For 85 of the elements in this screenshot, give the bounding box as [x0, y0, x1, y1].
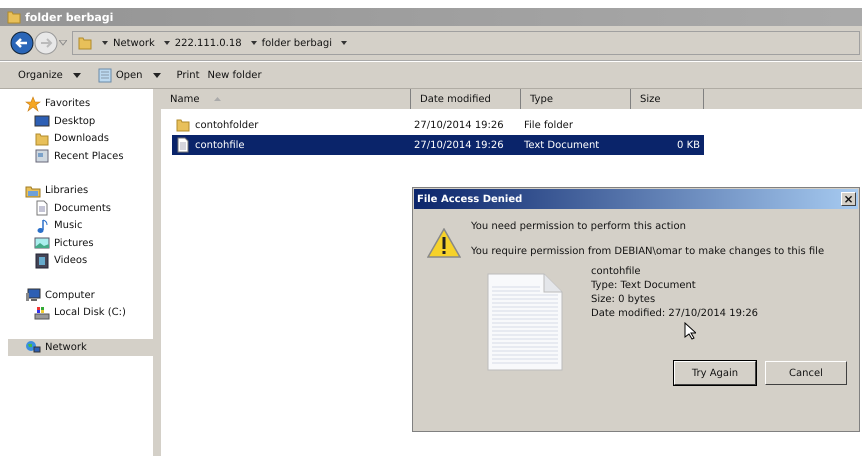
sidebar-item[interactable]: Computer [8, 286, 153, 304]
toolbar-button[interactable]: Organize [14, 64, 67, 86]
file-type: File folder [524, 120, 573, 130]
desktop-icon [34, 113, 50, 130]
dialog-button[interactable]: Try Again [674, 361, 756, 385]
text-file-icon [487, 273, 563, 371]
file-row[interactable]: contohfile 27/10/2014 19:26 Text Document 0 KB [172, 135, 704, 155]
back-button[interactable] [10, 31, 34, 55]
sidebar-item[interactable]: Desktop [8, 112, 153, 130]
sidebar-item[interactable]: Music [8, 217, 153, 234]
sidebar-item[interactable]: Network [8, 338, 153, 356]
column-header[interactable]: Date modified [411, 89, 521, 109]
file-detail: Date modified: 27/10/2014 19:26 [591, 307, 758, 320]
item-label: Videos [54, 255, 88, 266]
sidebar-item[interactable]: Favorites [8, 95, 153, 112]
sidebar-item[interactable]: Pictures [8, 234, 153, 252]
document-icon [34, 200, 50, 216]
mouse-pointer-icon [684, 322, 696, 340]
address-bar[interactable]: Network 222.111.0.18 folder berbagi [72, 31, 860, 55]
date-modified: 27/10/2014 19:26 [414, 120, 504, 130]
film-icon [34, 252, 50, 269]
item-label: Favorites [45, 98, 90, 110]
breadcrumb[interactable]: folder berbagi [262, 38, 332, 48]
sidebar-item[interactable]: Documents [8, 200, 153, 217]
caret-icon[interactable] [164, 41, 170, 45]
file-name: contohfile [195, 140, 245, 150]
item-label: Downloads [54, 133, 109, 144]
file-type: Text Document [524, 140, 600, 150]
sidebar-item[interactable]: Libraries [8, 182, 153, 200]
item-label: Local Disk (C:) [54, 307, 126, 318]
caret-icon[interactable] [72, 72, 81, 78]
dialog-button[interactable]: Cancel [765, 361, 847, 385]
caret-icon[interactable] [340, 41, 347, 45]
item-label: Network [45, 342, 87, 353]
recent-places-icon [34, 148, 50, 164]
caret-icon[interactable] [152, 72, 161, 78]
column-header[interactable]: Size [631, 89, 704, 109]
column-header[interactable]: Type [521, 89, 631, 109]
item-label: Music [54, 220, 82, 232]
caret-icon[interactable] [102, 41, 108, 45]
header-label: Name [170, 94, 200, 104]
file-detail: Type: Text Document [591, 279, 697, 292]
item-label: Libraries [45, 185, 88, 196]
file-name: contohfolder [195, 120, 258, 130]
dialog-title: File Access Denied [417, 194, 522, 204]
toolbar-button[interactable]: Print [172, 64, 204, 86]
warning-icon [427, 228, 461, 258]
folder-icon [77, 35, 93, 51]
folder-icon [34, 130, 50, 147]
file-detail: contohfile [591, 265, 642, 278]
file-detail: Size: 0 bytes [591, 293, 656, 306]
header-label: Type [530, 94, 553, 104]
toolbar-button[interactable]: New folder [204, 64, 266, 86]
network-icon [25, 339, 41, 356]
notepad-icon [96, 67, 113, 83]
header-label: Size [640, 94, 661, 104]
item-label: Documents [54, 202, 112, 214]
window-title: folder berbagi [25, 10, 114, 24]
breadcrumb[interactable]: 222.111.0.18 [174, 38, 242, 48]
caret-icon[interactable] [250, 41, 257, 45]
item-label: Recent Places [54, 150, 124, 162]
computer-icon [25, 287, 41, 304]
sidebar-item[interactable]: Videos [8, 252, 153, 270]
item-label: Desktop [54, 116, 96, 127]
sidebar-item[interactable]: Local Disk (C:) [8, 304, 153, 322]
picture-icon [34, 235, 50, 252]
column-header[interactable]: Name [161, 89, 411, 109]
item-label: Pictures [54, 238, 94, 249]
sidebar-item[interactable]: Recent Places [8, 148, 153, 165]
file-size: 0 KB [677, 140, 700, 150]
toolbar-button[interactable]: Open [92, 64, 147, 86]
header-label: Date modified [420, 94, 491, 104]
file-icon [175, 137, 191, 153]
folder-icon [175, 117, 191, 133]
date-modified: 27/10/2014 19:26 [414, 140, 504, 150]
star-icon [25, 96, 41, 112]
item-label: Computer [45, 290, 95, 301]
file-row[interactable]: contohfolder 27/10/2014 19:26 File folder [172, 115, 704, 135]
sort-arrow-icon [214, 97, 221, 101]
dialog-heading: You need permission to perform this action [471, 221, 687, 232]
sidebar-item[interactable]: Downloads [8, 130, 153, 148]
disk-icon [34, 304, 50, 321]
breadcrumb[interactable]: Network [113, 38, 155, 48]
close-button[interactable]: × [841, 192, 856, 206]
dialog-message: You require permission from DEBIAN\omar to make changes to this file [471, 246, 824, 257]
